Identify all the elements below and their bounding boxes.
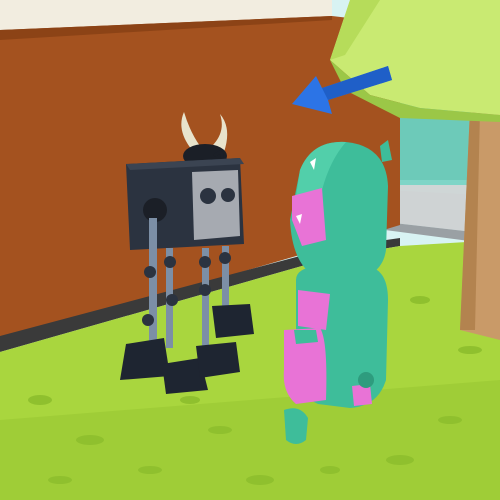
npc-eye-right — [221, 188, 235, 202]
npc-foot-3 — [196, 342, 240, 378]
player-side-panel — [298, 290, 330, 330]
npc-eye-left — [200, 188, 216, 204]
npc-arm — [149, 218, 157, 348]
game-viewport[interactable] — [0, 0, 500, 500]
scene-canvas — [0, 0, 500, 500]
npc-foot-1 — [120, 338, 170, 380]
npc-face-screen — [192, 170, 240, 240]
npc-foot-4 — [212, 304, 254, 338]
player-hand — [284, 408, 308, 444]
